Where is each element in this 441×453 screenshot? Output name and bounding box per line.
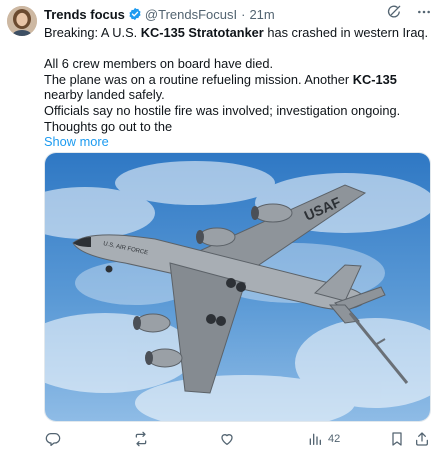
author-name[interactable]: Trends focus <box>44 7 125 22</box>
repost-button[interactable] <box>132 430 150 448</box>
tweet-text: Breaking: A U.S. KC-135 Stratotanker has… <box>44 25 432 150</box>
show-more-link[interactable]: Show more <box>44 134 432 150</box>
top-actions <box>385 3 433 21</box>
grok-icon[interactable] <box>385 3 403 21</box>
text-line: The plane was on a routine refueling mis… <box>44 71 397 103</box>
bookmark-button[interactable] <box>388 430 406 448</box>
text-line: Thoughts go out to the <box>44 118 173 134</box>
avatar[interactable] <box>7 6 37 36</box>
separator-dot: · <box>241 6 246 22</box>
tweet-header: Trends focus @TrendsFocusI · 21m <box>44 5 275 23</box>
like-icon <box>218 430 236 448</box>
more-icon[interactable] <box>415 3 433 21</box>
text-line: Breaking: A U.S. KC-135 Stratotanker has… <box>44 25 429 40</box>
views-button[interactable]: 42 <box>306 430 340 448</box>
tweet: Trends focus @TrendsFocusI · 21m Breakin… <box>0 0 441 453</box>
bookmark-icon <box>388 430 406 448</box>
share-icon <box>413 430 431 448</box>
tweet-image[interactable]: USAF U.S. AIR FORCE <box>44 152 431 422</box>
views-count: 42 <box>328 433 341 445</box>
share-button[interactable] <box>413 430 431 448</box>
action-bar: 42 <box>44 430 431 448</box>
reply-button[interactable] <box>44 430 62 448</box>
bold-term: KC-135 <box>352 71 397 87</box>
author-handle[interactable]: @TrendsFocusI <box>145 7 237 22</box>
like-button[interactable] <box>218 430 236 448</box>
views-icon <box>306 430 324 448</box>
text-line: All 6 crew members on board have died. <box>44 56 274 72</box>
repost-icon <box>132 430 150 448</box>
text-line: Officials say no hostile fire was involv… <box>44 102 401 118</box>
verified-badge-icon <box>128 7 142 21</box>
reply-icon <box>44 430 62 448</box>
bold-term: KC-135 Stratotanker <box>140 25 264 40</box>
post-time[interactable]: 21m <box>249 7 274 22</box>
